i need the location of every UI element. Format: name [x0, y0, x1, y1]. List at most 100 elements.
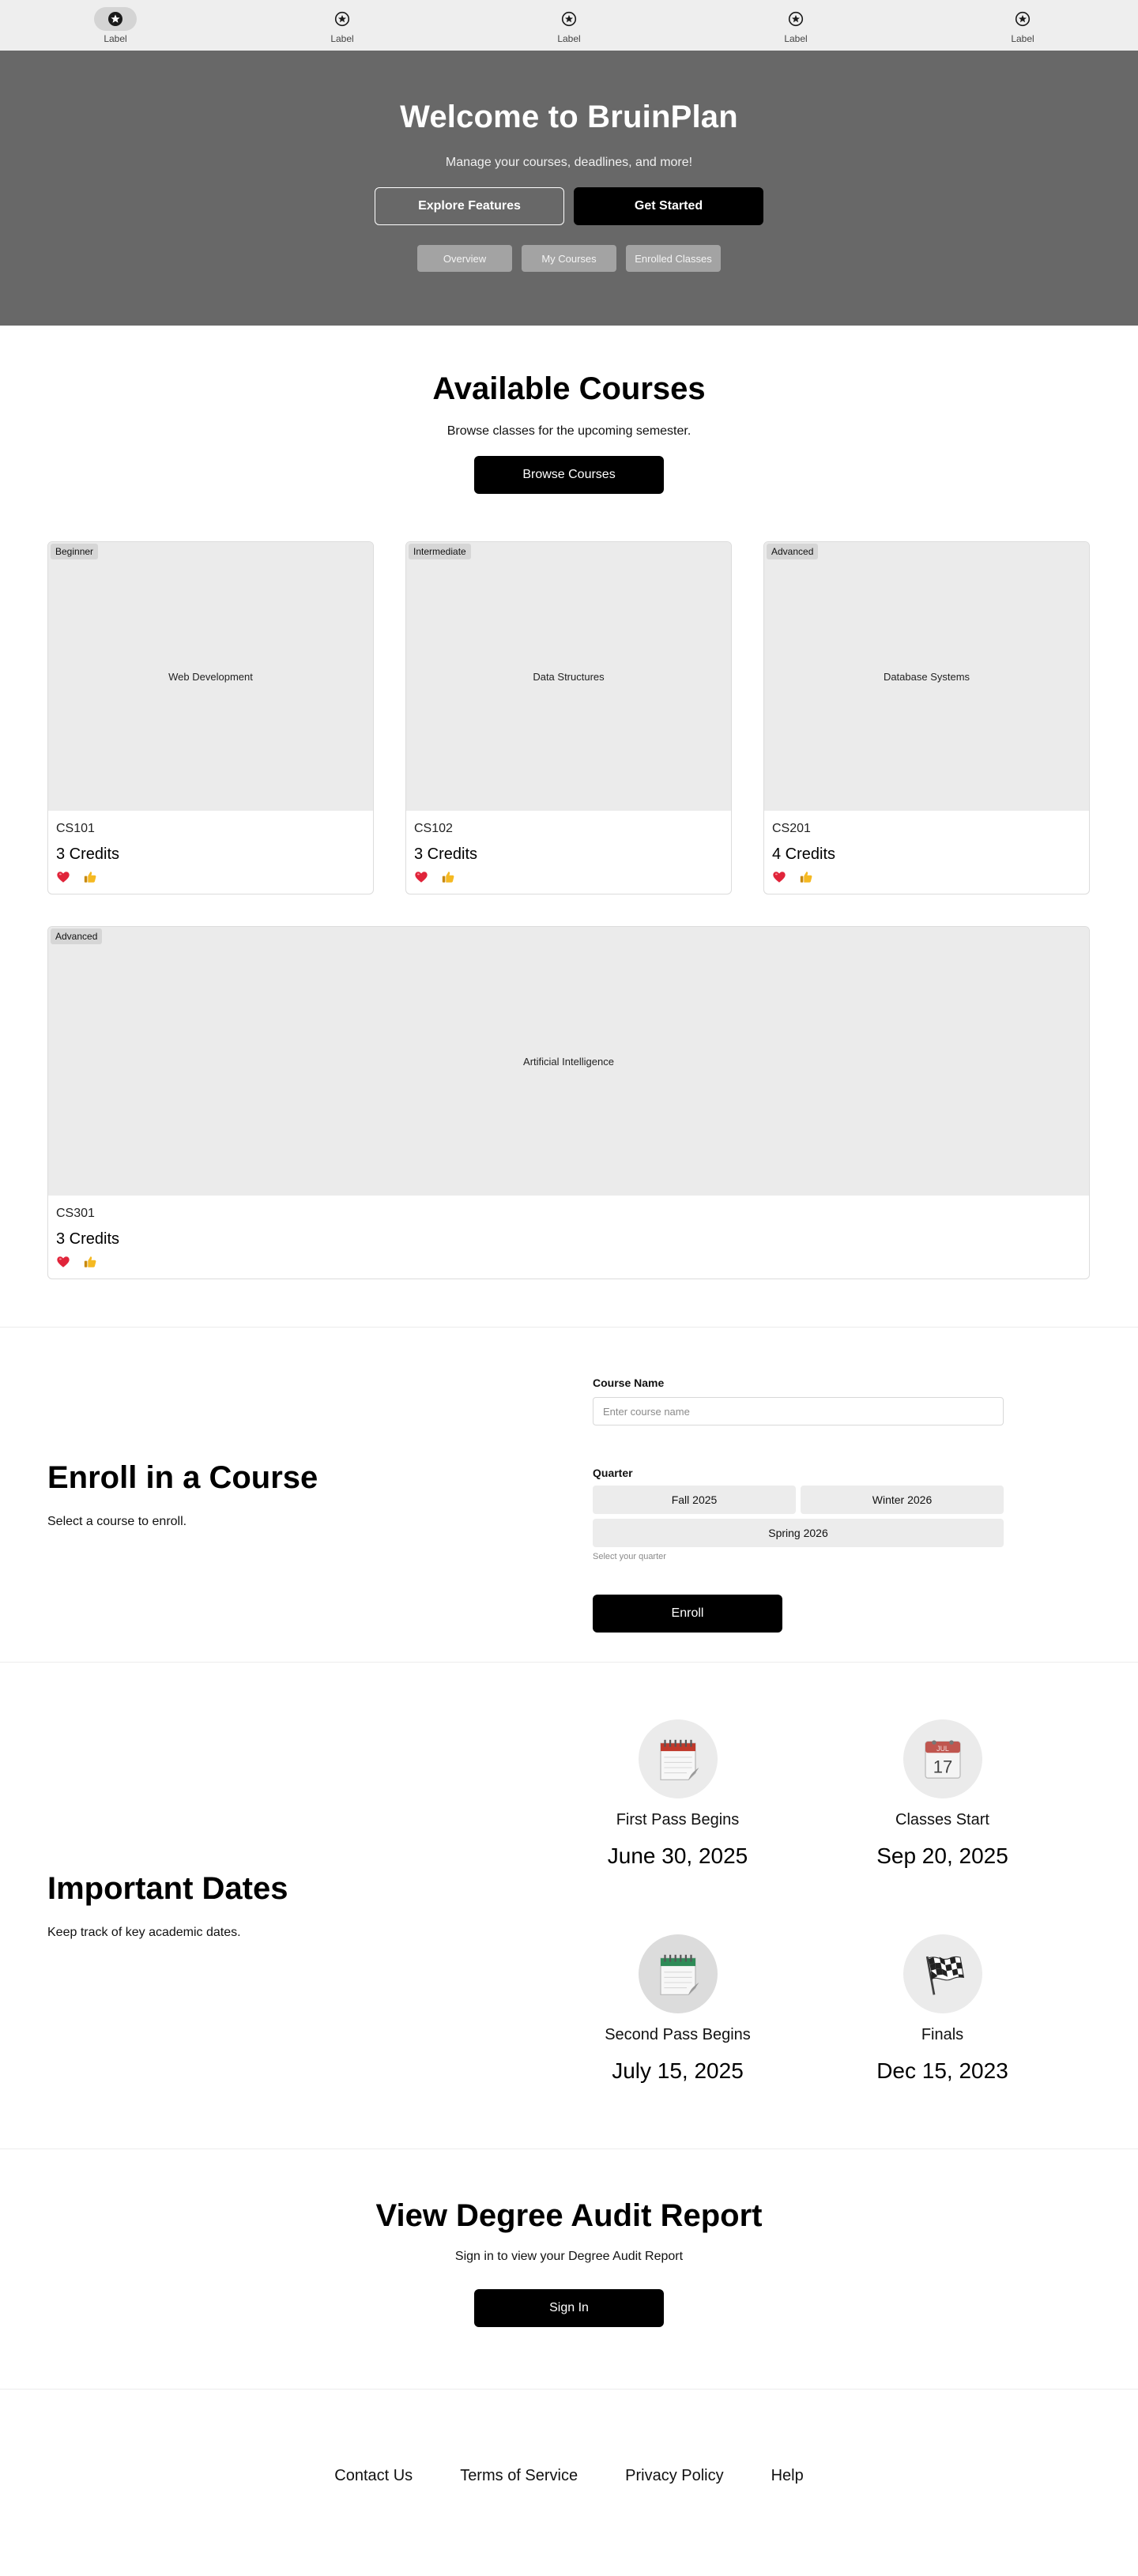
nav-item-1[interactable]: Label — [92, 6, 139, 44]
nav-label: Label — [1011, 32, 1034, 44]
sign-in-button[interactable]: Sign In — [474, 2289, 664, 2327]
course-code: CS201 — [772, 822, 811, 835]
star-circle-icon — [334, 11, 350, 26]
level-badge: Advanced — [51, 928, 103, 944]
calendar-17-icon: JUL 17 — [924, 1740, 961, 1779]
course-image-placeholder: Advanced Database Systems — [764, 542, 1089, 811]
footer-link-contact[interactable]: Contact Us — [334, 2467, 413, 2485]
hero-title: Welcome to BruinPlan — [400, 100, 738, 134]
dates-title: Important Dates — [47, 1871, 288, 1906]
heart-icon[interactable] — [56, 870, 70, 884]
tab-my-courses[interactable]: My Courses — [522, 245, 616, 272]
date-item: First Pass Begins June 30, 2025 — [545, 1719, 810, 1931]
date-value: Dec 15, 2023 — [876, 2058, 1008, 2083]
course-image-label: Web Development — [168, 670, 253, 683]
quarter-helper-text: Select your quarter — [593, 1552, 666, 1561]
degree-audit-section: View Degree Audit Report Sign in to view… — [0, 2149, 1138, 2390]
quarter-options: Fall 2025 Winter 2026 Spring 2026 — [593, 1486, 1004, 1547]
footer-link-privacy[interactable]: Privacy Policy — [625, 2467, 723, 2485]
course-card[interactable]: Advanced Artificial Intelligence CS301 3… — [47, 926, 1090, 1279]
dates-grid: First Pass Begins June 30, 2025 JUL 17 C… — [545, 1663, 1138, 2149]
date-label: Second Pass Begins — [605, 2025, 751, 2043]
thumbs-up-icon[interactable] — [441, 870, 455, 884]
thumbs-up-icon[interactable] — [799, 870, 813, 884]
nav-label: Label — [330, 32, 354, 44]
explore-features-button[interactable]: Explore Features — [375, 187, 564, 225]
course-image-label: Artificial Intelligence — [523, 1055, 614, 1068]
hero-subtitle: Manage your courses, deadlines, and more… — [445, 156, 693, 169]
tab-overview[interactable]: Overview — [417, 245, 512, 272]
course-credits: 3 Credits — [56, 1230, 120, 1248]
date-value: June 30, 2025 — [607, 1843, 748, 1868]
nav-item-4[interactable]: Label — [772, 7, 820, 44]
hero-tabs: Overview My Courses Enrolled Classes — [0, 245, 1138, 272]
nav-item-3[interactable]: Label — [545, 7, 593, 44]
level-badge: Beginner — [51, 544, 99, 559]
courses-title: Available Courses — [432, 371, 706, 406]
course-credits: 3 Credits — [56, 845, 120, 863]
courses-section: Available Courses Browse classes for the… — [0, 326, 1138, 1328]
date-item: JUL 17 Classes Start Sep 20, 2025 — [810, 1719, 1075, 1931]
heart-icon[interactable] — [56, 1255, 70, 1269]
level-badge: Intermediate — [409, 544, 471, 559]
footer: Contact Us Terms of Service Privacy Poli… — [0, 2390, 1138, 2562]
tab-enrolled-classes[interactable]: Enrolled Classes — [626, 245, 721, 272]
star-circle-icon — [108, 11, 122, 26]
course-image-label: Data Structures — [533, 670, 605, 683]
heart-icon[interactable] — [414, 870, 428, 884]
course-code: CS101 — [56, 822, 95, 835]
star-circle-icon — [561, 11, 577, 26]
nav-item-5[interactable]: Label — [999, 7, 1046, 44]
top-nav: Label Label Label Label Label — [0, 0, 1138, 51]
date-label: First Pass Begins — [616, 1811, 740, 1828]
course-card[interactable]: Intermediate Data Structures CS102 3 Cre… — [405, 541, 732, 894]
nav-icon-highlight — [94, 6, 137, 31]
enroll-form: Course Name Quarter Fall 2025 Winter 202… — [545, 1328, 1138, 1662]
date-item: Second Pass Begins July 15, 2025 — [545, 1934, 810, 2146]
course-credits: 4 Credits — [772, 845, 836, 863]
dates-section: Important Dates Keep track of key academ… — [0, 1663, 1138, 2149]
heart-icon[interactable] — [772, 870, 786, 884]
course-name-input[interactable] — [593, 1397, 1004, 1425]
course-card[interactable]: Beginner Web Development CS101 3 Credits — [47, 541, 374, 894]
course-grid: Beginner Web Development CS101 3 Credits… — [47, 541, 1091, 1279]
course-credits: 3 Credits — [414, 845, 478, 863]
audit-subtitle: Sign in to view your Degree Audit Report — [454, 2250, 684, 2263]
hero-section: Welcome to BruinPlan Manage your courses… — [0, 51, 1138, 326]
footer-link-terms[interactable]: Terms of Service — [460, 2467, 578, 2485]
spiral-calendar-icon — [659, 1739, 699, 1781]
date-value: July 15, 2025 — [612, 2058, 744, 2083]
enroll-section: Enroll in a Course Select a course to en… — [0, 1328, 1138, 1663]
courses-subtitle: Browse classes for the upcoming semester… — [447, 424, 691, 438]
enroll-subtitle: Select a course to enroll. — [47, 1515, 187, 1528]
quarter-option-winter-2026[interactable]: Winter 2026 — [801, 1486, 1004, 1514]
get-started-button[interactable]: Get Started — [574, 187, 763, 225]
date-label: Finals — [921, 2025, 964, 2043]
nav-label: Label — [104, 32, 127, 44]
quarter-option-fall-2025[interactable]: Fall 2025 — [593, 1486, 796, 1514]
nav-item-2[interactable]: Label — [318, 7, 366, 44]
browse-courses-button[interactable]: Browse Courses — [474, 456, 664, 494]
checkered-flag-icon — [925, 1956, 964, 1995]
thumbs-up-icon[interactable] — [83, 870, 97, 884]
audit-title: View Degree Audit Report — [375, 2198, 763, 2233]
level-badge: Advanced — [767, 544, 819, 559]
hero-actions: Explore Features Get Started — [0, 187, 1138, 225]
quarter-label: Quarter — [593, 1467, 633, 1479]
quarter-option-spring-2026[interactable]: Spring 2026 — [593, 1519, 1004, 1547]
course-image-placeholder: Intermediate Data Structures — [406, 542, 731, 811]
calendar-month: JUL — [936, 1745, 949, 1753]
date-value: Sep 20, 2025 — [876, 1843, 1008, 1868]
spiral-calendar-icon — [659, 1954, 699, 1995]
date-item: Finals Dec 15, 2023 — [810, 1934, 1075, 2146]
nav-label: Label — [557, 32, 581, 44]
footer-link-help[interactable]: Help — [771, 2467, 804, 2485]
calendar-day: 17 — [933, 1757, 951, 1777]
dates-subtitle: Keep track of key academic dates. — [47, 1926, 241, 1939]
enroll-button[interactable]: Enroll — [593, 1595, 782, 1633]
course-card[interactable]: Advanced Database Systems CS201 4 Credit… — [763, 541, 1090, 894]
course-image-placeholder: Advanced Artificial Intelligence — [48, 927, 1089, 1196]
date-label: Classes Start — [895, 1811, 989, 1828]
course-code: CS301 — [56, 1207, 95, 1220]
thumbs-up-icon[interactable] — [83, 1255, 97, 1269]
